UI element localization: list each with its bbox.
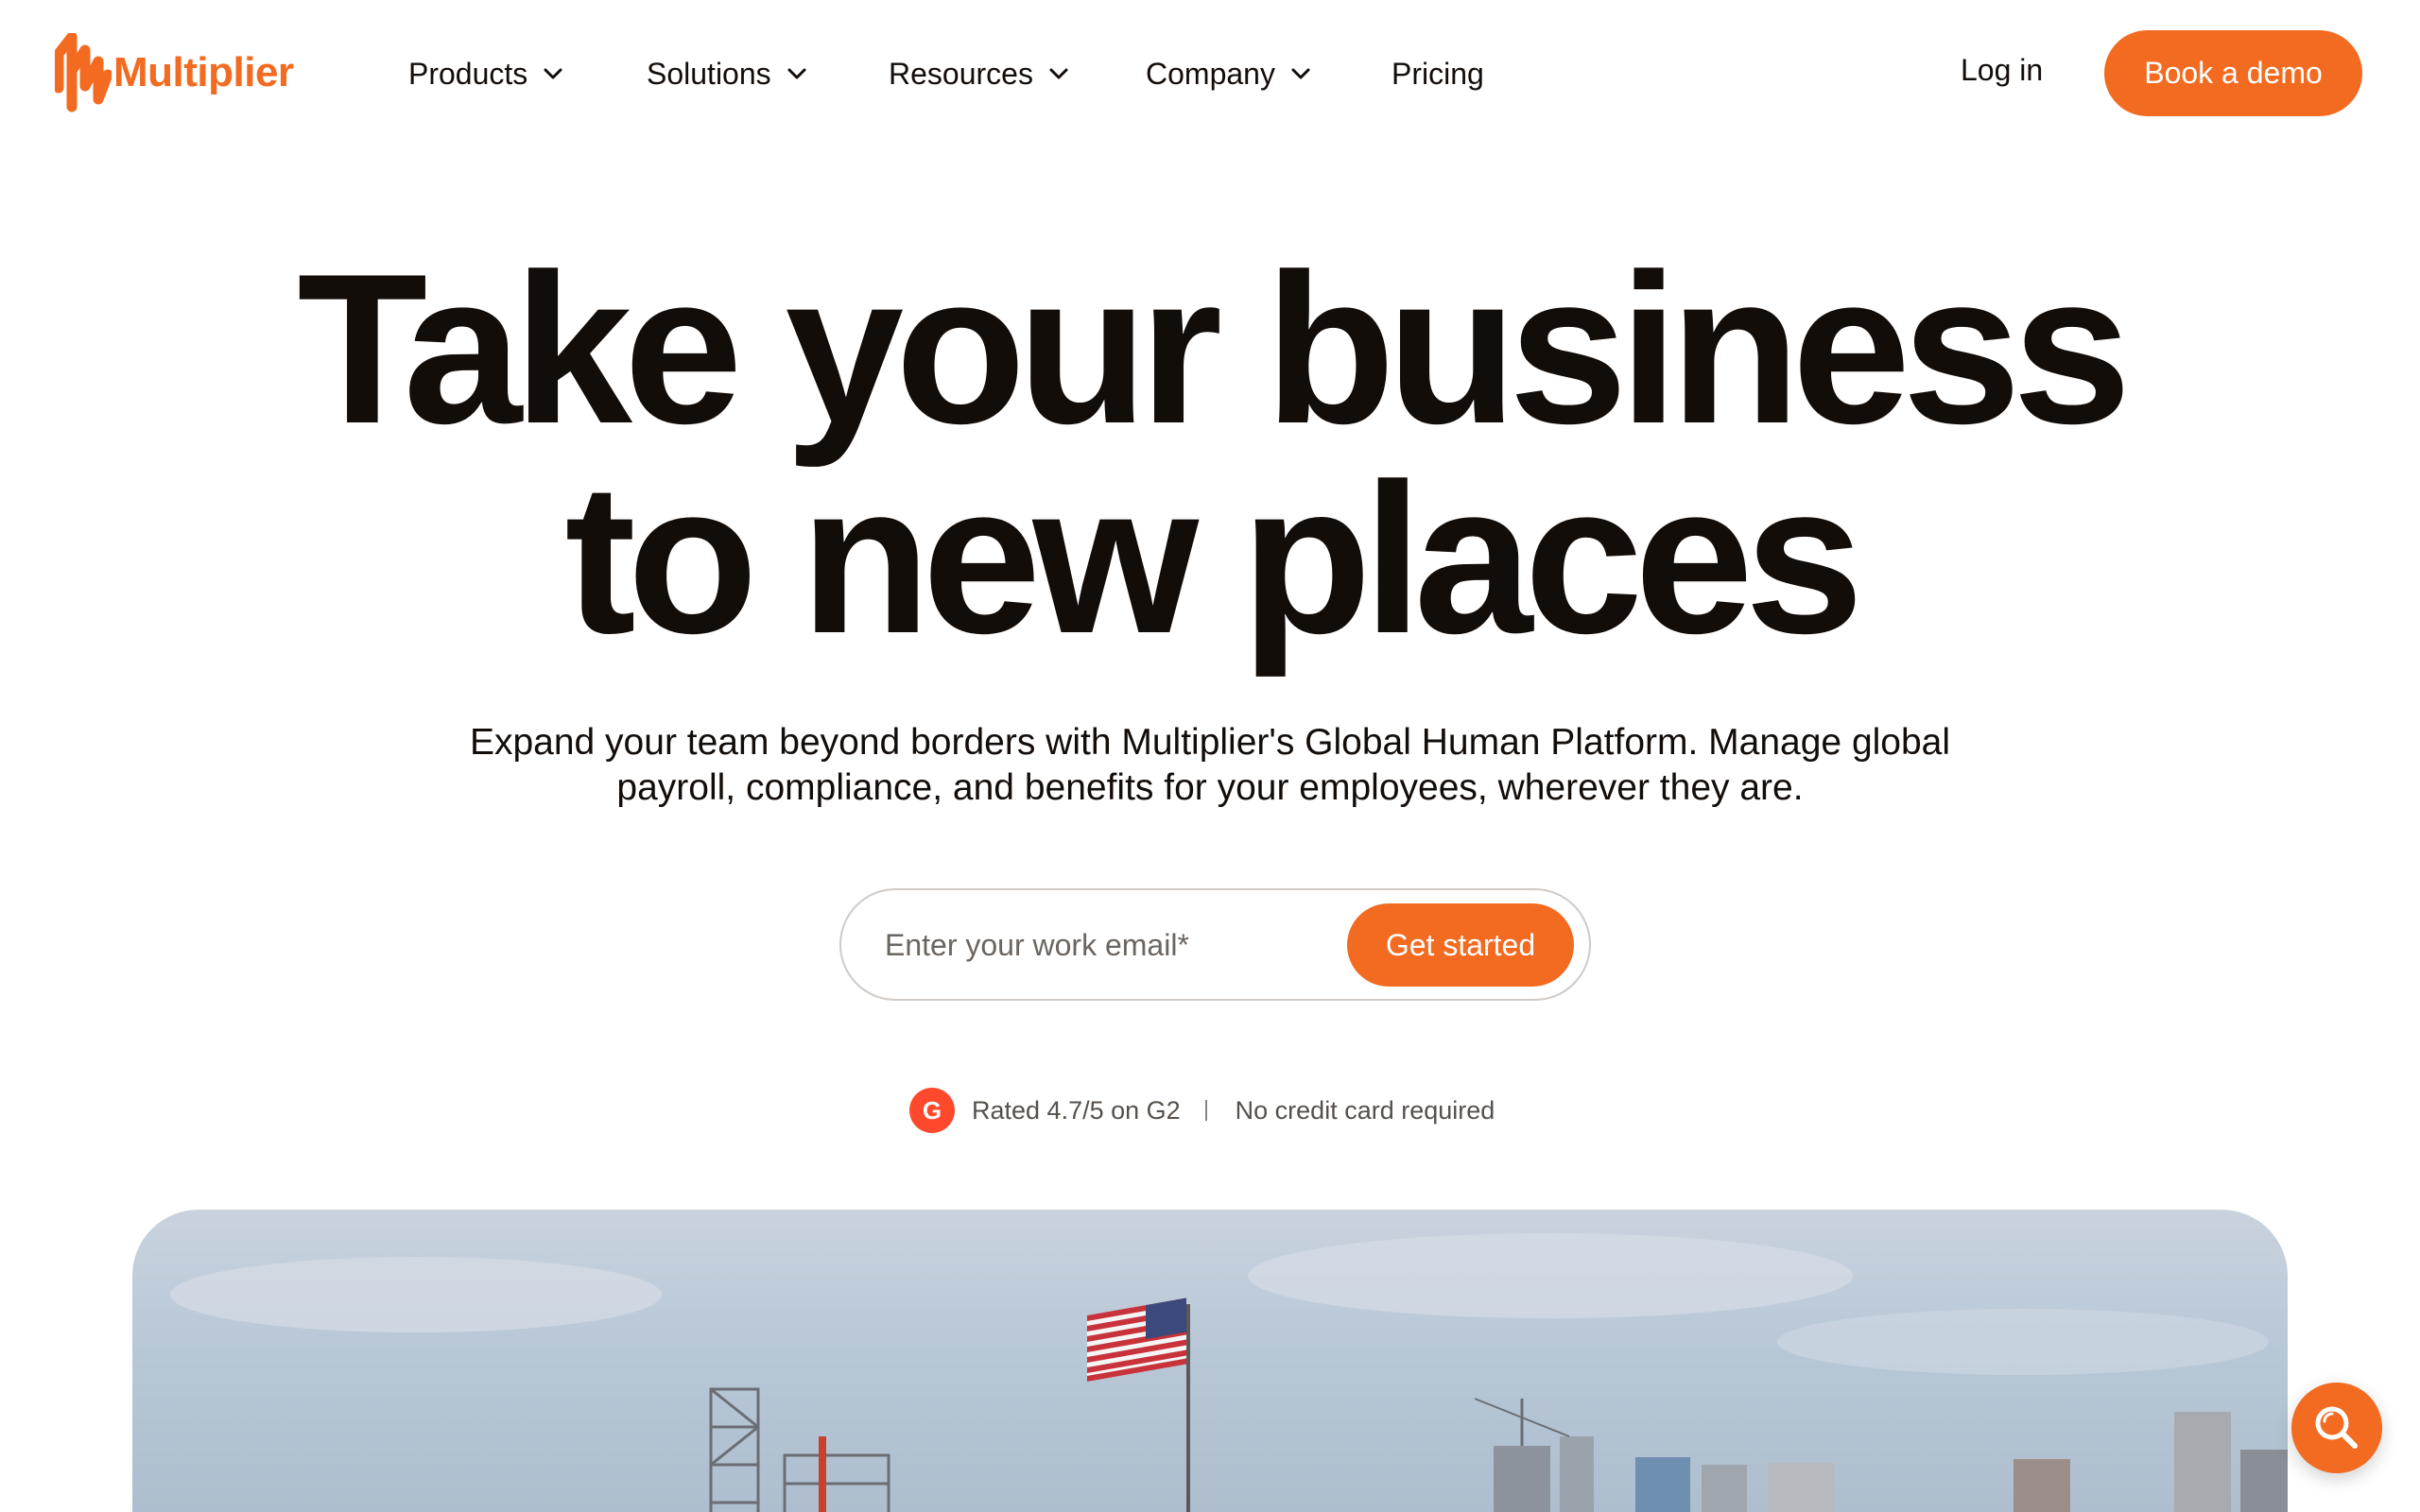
nav-item-solutions[interactable]: Solutions: [647, 57, 807, 92]
nav-item-label: Products: [408, 56, 528, 91]
search-button[interactable]: [2291, 1383, 2382, 1473]
nav-item-pricing[interactable]: Pricing: [1392, 57, 1484, 92]
divider: [1204, 1100, 1207, 1121]
hero-title-line-2: to new places: [564, 438, 1863, 678]
g2-logo-icon: G: [909, 1088, 955, 1133]
rating-text: Rated 4.7/5 on G2: [972, 1095, 1181, 1125]
hero-title-line-1: Take your business: [297, 229, 2131, 468]
nav-item-label: Pricing: [1392, 56, 1484, 91]
nav-item-products[interactable]: Products: [408, 57, 563, 92]
chevron-down-icon: [544, 68, 562, 79]
login-link[interactable]: Log in: [1961, 53, 2043, 88]
nav-item-label: Solutions: [647, 56, 771, 91]
hero-title: Take your business to new places: [0, 229, 2420, 678]
chevron-down-icon: [1049, 68, 1068, 79]
email-field[interactable]: [885, 917, 1320, 973]
chevron-down-icon: [1291, 68, 1310, 79]
get-started-button[interactable]: Get started: [1347, 903, 1574, 987]
search-icon: [2315, 1406, 2358, 1449]
city-skyline-illustration: [170, 1233, 2288, 1512]
trust-row: G Rated 4.7/5 on G2 No credit card requi…: [909, 1087, 1495, 1134]
multiplier-logo[interactable]: Multiplier: [55, 32, 294, 113]
nav-item-company[interactable]: Company: [1146, 57, 1311, 92]
chevron-down-icon: [787, 68, 806, 79]
multiplier-logo-icon: [55, 33, 112, 112]
brand-name: Multiplier: [113, 49, 294, 95]
site-header: Multiplier Products Solutions Resources …: [0, 0, 2420, 147]
hero-video-image: [132, 1210, 2288, 1512]
g2-badge-letter: G: [922, 1095, 942, 1125]
signup-form: Get started: [839, 888, 1591, 1001]
nav-item-label: Company: [1146, 56, 1275, 91]
nav-item-label: Resources: [889, 56, 1033, 91]
nav-item-resources[interactable]: Resources: [889, 57, 1069, 92]
book-demo-button[interactable]: Book a demo: [2104, 30, 2362, 116]
no-credit-card-text: No credit card required: [1235, 1095, 1495, 1125]
hero-subtitle: Expand your team beyond borders with Mul…: [469, 722, 1951, 808]
